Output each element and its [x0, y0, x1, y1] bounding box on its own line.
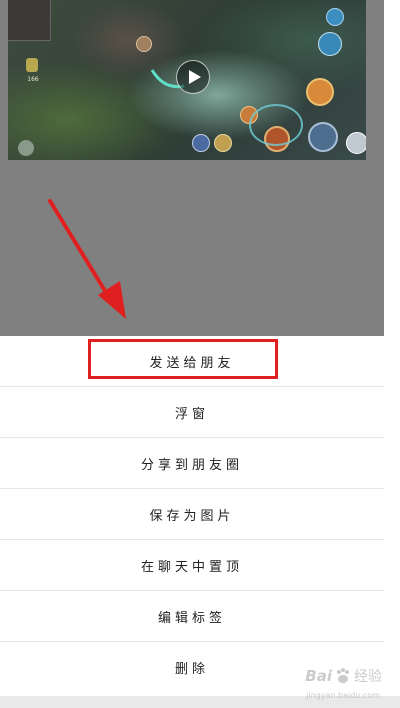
watermark-suffix: 经验	[354, 669, 382, 685]
sheet-item-label: 编辑标签	[157, 610, 226, 626]
sheet-item-label: 分享到朋友圈	[140, 457, 243, 473]
sheet-item-label: 保存为图片	[149, 508, 235, 524]
game-hud-icon	[18, 140, 34, 156]
paw-icon	[337, 668, 349, 683]
highlight-annotation-box	[88, 339, 278, 379]
pointer-arrow-icon	[48, 199, 126, 319]
skill-button-icon	[308, 122, 338, 152]
action-sheet: 发送给朋友 浮窗 分享到朋友圈 保存为图片 在聊天中置顶 编辑标签 删除	[0, 336, 384, 696]
baidu-jingyan-watermark: Bai 经验	[305, 666, 382, 686]
minimap	[8, 0, 51, 41]
pin-in-chat-button[interactable]: 在聊天中置顶	[0, 540, 384, 591]
sheet-item-label: 浮窗	[174, 406, 209, 422]
play-icon[interactable]	[176, 60, 210, 94]
floating-window-button[interactable]: 浮窗	[0, 387, 384, 438]
coin-count: 166	[27, 76, 39, 83]
skill-range-ring-icon	[249, 104, 303, 146]
skill-button-icon	[306, 78, 334, 106]
skill-button-icon	[136, 36, 152, 52]
watermark-brand: Bai	[305, 667, 332, 685]
skill-button-icon	[192, 134, 210, 152]
skill-button-icon	[214, 134, 232, 152]
watermark-url: jingyan.baidu.com	[306, 691, 380, 700]
save-as-image-button[interactable]: 保存为图片	[0, 489, 384, 540]
edit-tags-button[interactable]: 编辑标签	[0, 591, 384, 642]
skill-button-icon	[326, 8, 344, 26]
coin-icon	[26, 58, 38, 72]
sheet-item-label: 在聊天中置顶	[140, 559, 243, 575]
share-to-moments-button[interactable]: 分享到朋友圈	[0, 438, 384, 489]
skill-button-icon	[318, 32, 342, 56]
sheet-item-label: 删除	[174, 662, 209, 677]
skill-button-icon	[346, 132, 366, 154]
game-video-thumbnail[interactable]: 166	[8, 0, 366, 160]
